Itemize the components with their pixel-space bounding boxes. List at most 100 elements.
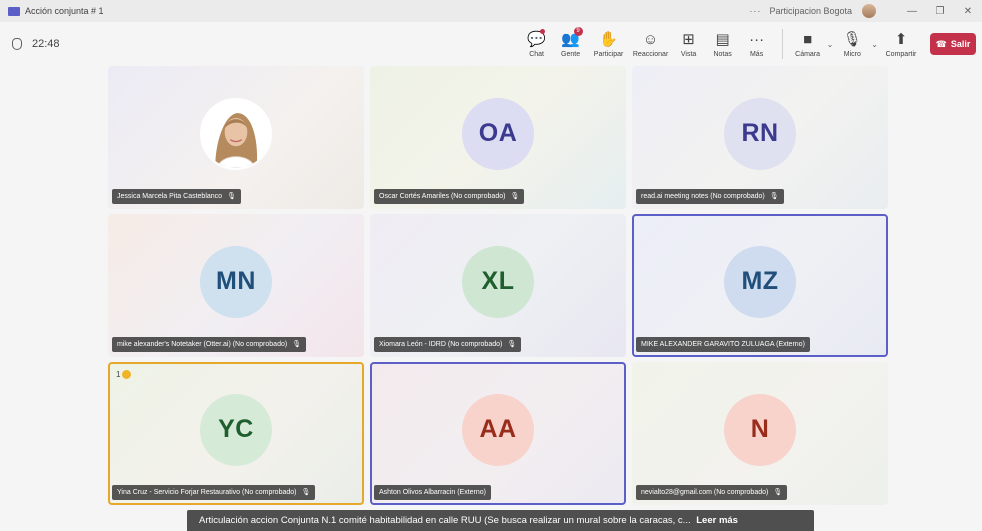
participant-tile-speaking[interactable]: AA Ashton Olivos Albarracin (Externo) [370, 362, 626, 505]
close-window-button[interactable]: ✕ [954, 6, 982, 17]
meeting-description-text: Articulación accion Conjunta N.1 comité … [199, 515, 691, 526]
participant-tile-speaking[interactable]: MZ MIKE ALEXANDER GARAVITO ZULUAGA (Exte… [632, 214, 888, 357]
toolbar-divider [781, 29, 783, 59]
mic-label: Micro [843, 50, 861, 58]
smiley-icon: ☺ [642, 30, 659, 48]
share-label: Compartir [885, 50, 917, 58]
mic-options-chevron-icon[interactable]: ⌄ [871, 40, 878, 49]
chat-unread-dot [539, 29, 545, 34]
participant-avatar: MZ [724, 245, 796, 318]
mic-muted-icon: 🎙 [510, 193, 520, 200]
participant-nameplate: Yina Cruz - Servicio Forjar Restaurativo… [112, 485, 316, 500]
mic-muted-icon: 🎙 [507, 341, 517, 348]
participant-nameplate: read.ai meeting notes (No comprobado) 🎙 [636, 189, 784, 204]
participant-initials: AA [479, 415, 517, 443]
hand-icon: ✋ [599, 30, 618, 48]
mic-muted-icon: 🎙 [773, 489, 783, 496]
participant-name: Oscar Cortés Amariles (No comprobado) [379, 193, 506, 200]
participant-nameplate: nevialto28@gmail.com (No comprobado) 🎙 [636, 485, 788, 500]
react-label: Reaccionar [632, 50, 669, 58]
profile-photo-icon [202, 99, 270, 168]
participant-name: nevialto28@gmail.com (No comprobado) [641, 489, 769, 496]
more-label: Más [749, 50, 764, 58]
chat-label: Chat [529, 50, 544, 58]
camera-label: Cámara [795, 50, 821, 58]
mic-muted-icon: 🎙 [301, 489, 311, 496]
share-icon: ⬆ [894, 30, 908, 48]
participant-initials: RN [741, 119, 779, 147]
participant-name: read.ai meeting notes (No comprobado) [641, 193, 765, 200]
view-button[interactable]: ⊞ Vista [672, 24, 706, 64]
participant-avatar: MN [200, 245, 272, 318]
participant-initials: MN [216, 267, 256, 295]
participant-name: Jessica Marcela Pita Casteblanco [117, 193, 223, 200]
participant-tile[interactable]: N nevialto28@gmail.com (No comprobado) 🎙 [632, 362, 888, 505]
participant-photo [200, 97, 272, 170]
meeting-timer: 22:48 [12, 38, 60, 50]
more-options-icon[interactable]: ··· [749, 6, 761, 16]
participant-initials: OA [478, 119, 518, 147]
participant-name: Ashton Olivos Albarracin (Externo) [379, 489, 486, 496]
more-button[interactable]: ··· Más [740, 24, 774, 64]
title-bar: Acción conjunta # 1 ··· Participacion Bo… [0, 0, 982, 22]
people-button[interactable]: 👥 9 Gente [554, 24, 588, 64]
camera-options-chevron-icon[interactable]: ⌄ [827, 40, 834, 49]
participant-name: Yina Cruz - Servicio Forjar Restaurativo… [117, 489, 297, 496]
participant-name: mike alexander's Notetaker (Otter.ai) (N… [117, 341, 288, 348]
meeting-toolbar: 22:48 💬 Chat 👥 9 Gente ✋ Participar ☺ Re… [0, 22, 982, 66]
view-label: Vista [680, 50, 697, 58]
react-button[interactable]: ☺ Reaccionar [630, 24, 672, 64]
notes-icon: ▤ [715, 30, 730, 48]
mic-muted-icon: 🎙 [292, 341, 302, 348]
ellipsis-icon: ··· [749, 30, 765, 48]
restore-button[interactable]: ❐ [926, 6, 954, 17]
participant-avatar: YC [200, 393, 272, 466]
read-more-link[interactable]: Leer más [696, 515, 738, 526]
meeting-description-banner: Articulación accion Conjunta N.1 comité … [187, 510, 814, 531]
mic-muted-icon: 🎙 [227, 193, 236, 200]
participant-tile[interactable]: XL Xiomara León - IDRD (No comprobado) 🎙 [370, 214, 626, 357]
participant-avatar: AA [462, 393, 534, 466]
hand-order: 1 [116, 370, 121, 379]
participant-name: MIKE ALEXANDER GARAVITO ZULUAGA (Externo… [641, 341, 805, 348]
participant-avatar: RN [724, 97, 796, 170]
shield-icon [12, 38, 22, 50]
raised-hand-icon [122, 370, 132, 379]
raised-hand-badge: 1 [116, 370, 132, 379]
chat-button[interactable]: 💬 Chat [520, 24, 554, 64]
people-label: Gente [561, 50, 581, 58]
raise-hand-button[interactable]: ✋ Participar [588, 24, 630, 64]
participant-tile[interactable]: Jessica Marcela Pita Casteblanco 🎙 [108, 66, 364, 209]
participant-avatar: N [724, 393, 796, 466]
camera-button[interactable]: ■ Cámara [791, 24, 825, 64]
participant-tile-hand-raised[interactable]: 1 YC Yina Cruz - Servicio Forjar Restaur… [108, 362, 364, 505]
meeting-name: Participacion Bogota [769, 6, 852, 16]
minimize-button[interactable]: — [898, 6, 926, 17]
notes-button[interactable]: ▤ Notas [706, 24, 740, 64]
raise-hand-label: Participar [593, 50, 624, 58]
leave-label: Salir [950, 39, 971, 49]
mic-button[interactable]: 🎙 Micro [835, 24, 869, 64]
teams-app-icon [8, 6, 20, 16]
participant-tile[interactable]: RN read.ai meeting notes (No comprobado)… [632, 66, 888, 209]
notes-label: Notas [713, 50, 732, 58]
participant-name: Xiomara León - IDRD (No comprobado) [379, 341, 503, 348]
people-badge: 9 [573, 27, 583, 36]
participant-nameplate: Xiomara León - IDRD (No comprobado) 🎙 [374, 337, 522, 352]
participant-initials: MZ [741, 267, 779, 295]
phone-hangup-icon: ☎ [935, 38, 947, 49]
participant-nameplate: MIKE ALEXANDER GARAVITO ZULUAGA (Externo… [636, 337, 810, 352]
participant-nameplate: Jessica Marcela Pita Casteblanco 🎙 [112, 189, 241, 204]
participant-tile[interactable]: MN mike alexander's Notetaker (Otter.ai)… [108, 214, 364, 357]
leave-button[interactable]: ☎ Salir [930, 33, 976, 55]
participant-initials: XL [481, 267, 515, 295]
user-avatar[interactable] [862, 4, 876, 18]
window-title: Acción conjunta # 1 [25, 6, 104, 16]
mic-muted-icon: 🎙 [769, 193, 779, 200]
participant-initials: N [750, 415, 770, 443]
participant-tile[interactable]: OA Oscar Cortés Amariles (No comprobado)… [370, 66, 626, 209]
participant-nameplate: Oscar Cortés Amariles (No comprobado) 🎙 [374, 189, 525, 204]
participant-avatar: XL [462, 245, 534, 318]
share-button[interactable]: ⬆ Compartir [880, 24, 922, 64]
camera-off-icon: ■ [803, 30, 813, 48]
